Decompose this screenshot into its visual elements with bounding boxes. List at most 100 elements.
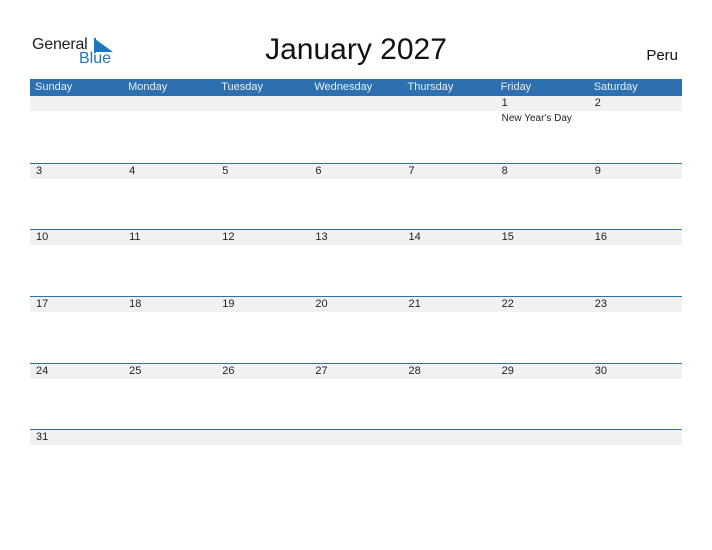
weekday-tuesday: Tuesday	[221, 81, 264, 93]
day-number: 22	[501, 298, 514, 311]
day-cell: 28	[403, 364, 496, 424]
week-row: 10 11 12 13 14 15 16	[30, 229, 682, 296]
weekday-thursday: Thursday	[407, 81, 454, 93]
day-cell: 31	[30, 430, 123, 490]
day-cell	[589, 430, 682, 490]
day-number: 15	[501, 231, 514, 244]
day-cell	[309, 96, 402, 156]
day-cell	[123, 96, 216, 156]
day-number: 23	[594, 298, 607, 311]
week-row: 31	[30, 429, 682, 496]
day-number: 16	[594, 231, 607, 244]
day-number	[129, 430, 216, 445]
day-number: 20	[315, 298, 328, 311]
day-number: 14	[408, 231, 421, 244]
day-number: 7	[408, 164, 415, 177]
weekday-monday: Monday	[128, 81, 168, 93]
day-number: 17	[36, 298, 49, 311]
day-number: 1	[501, 97, 508, 109]
day-number: 24	[36, 364, 49, 377]
week-cells: 17 18 19 20 21 22 23	[30, 297, 682, 357]
day-cell: 22	[496, 297, 589, 357]
day-number: 28	[408, 364, 421, 377]
day-cell: 6	[309, 164, 402, 224]
day-cell: 5	[216, 164, 309, 224]
day-cell: 19	[216, 297, 309, 357]
country-label: Peru	[646, 47, 678, 64]
day-cell: 26	[216, 364, 309, 424]
day-number	[222, 430, 309, 445]
day-cell: 21	[403, 297, 496, 357]
week-cells: 31	[30, 430, 682, 490]
day-cell: 9	[589, 164, 682, 224]
week-cells: 24 25 26 27 28 29 30	[30, 364, 682, 424]
week-cells: 1 New Year's Day 2	[30, 96, 682, 156]
day-number	[595, 430, 682, 445]
day-number	[409, 430, 496, 445]
day-number: 12	[222, 231, 235, 244]
day-cell: 27	[309, 364, 402, 424]
week-row: 1 New Year's Day 2	[30, 96, 682, 163]
day-cell: 2	[589, 96, 682, 156]
day-number: 27	[315, 364, 328, 377]
day-number: 6	[315, 164, 322, 177]
day-number: 18	[129, 298, 142, 311]
day-cell: 4	[123, 164, 216, 224]
day-cell	[309, 430, 402, 490]
day-number: 9	[594, 164, 601, 177]
day-number: 19	[222, 298, 235, 311]
day-number: 29	[501, 364, 514, 377]
day-number: 13	[315, 231, 328, 244]
day-cell: 14	[403, 230, 496, 290]
day-number: 10	[36, 231, 49, 244]
holiday-label: New Year's Day	[501, 113, 572, 124]
day-cell: 20	[309, 297, 402, 357]
day-number: 26	[222, 364, 235, 377]
day-number: 5	[222, 164, 229, 177]
day-number: 21	[408, 298, 421, 311]
day-number: 30	[594, 364, 607, 377]
day-cell	[123, 430, 216, 490]
day-cell	[216, 430, 309, 490]
day-number: 11	[129, 231, 141, 244]
week-row: 24 25 26 27 28 29 30	[30, 362, 682, 430]
day-number	[36, 96, 123, 111]
day-cell: 1 New Year's Day	[496, 96, 589, 156]
week-cells: 3 4 5 6 7 8 9	[30, 164, 682, 224]
day-number: 2	[594, 97, 601, 109]
day-number	[409, 96, 496, 111]
day-cell: 16	[589, 230, 682, 290]
day-cell: 15	[496, 230, 589, 290]
week-row: 17 18 19 20 21 22 23	[30, 296, 682, 363]
day-cell: 11	[123, 230, 216, 290]
day-cell: 3	[30, 164, 123, 224]
day-cell: 7	[403, 164, 496, 224]
week-cells: 10 11 12 13 14 15 16	[30, 230, 682, 290]
day-cell: 18	[123, 297, 216, 357]
day-number: 4	[129, 164, 136, 177]
calendar-title: January 2027	[265, 33, 447, 66]
day-number: 31	[36, 431, 49, 444]
day-cell: 29	[496, 364, 589, 424]
day-cell: 23	[589, 297, 682, 357]
day-number	[222, 96, 309, 111]
day-number	[502, 430, 589, 445]
calendar-grid: Sunday Monday Tuesday Wednesday Thursday…	[30, 79, 682, 496]
day-number	[129, 96, 216, 111]
day-number	[315, 96, 402, 111]
day-cell: 8	[496, 164, 589, 224]
day-cell: 12	[216, 230, 309, 290]
day-cell	[216, 96, 309, 156]
weekday-friday: Friday	[500, 81, 532, 93]
day-cell: 24	[30, 364, 123, 424]
day-number	[315, 430, 402, 445]
day-number: 25	[129, 364, 142, 377]
week-row: 3 4 5 6 7 8 9	[30, 162, 682, 230]
day-cell: 13	[309, 230, 402, 290]
weekday-saturday: Saturday	[593, 81, 638, 93]
weeks-container: 1 New Year's Day 2 3 4 5 6 7 8 9 10 11 12 13 14 15 16 17 1…	[30, 96, 682, 496]
day-cell: 30	[589, 364, 682, 424]
weekday-sunday: Sunday	[35, 81, 73, 93]
day-cell: 10	[30, 230, 123, 290]
day-cell	[403, 96, 496, 156]
